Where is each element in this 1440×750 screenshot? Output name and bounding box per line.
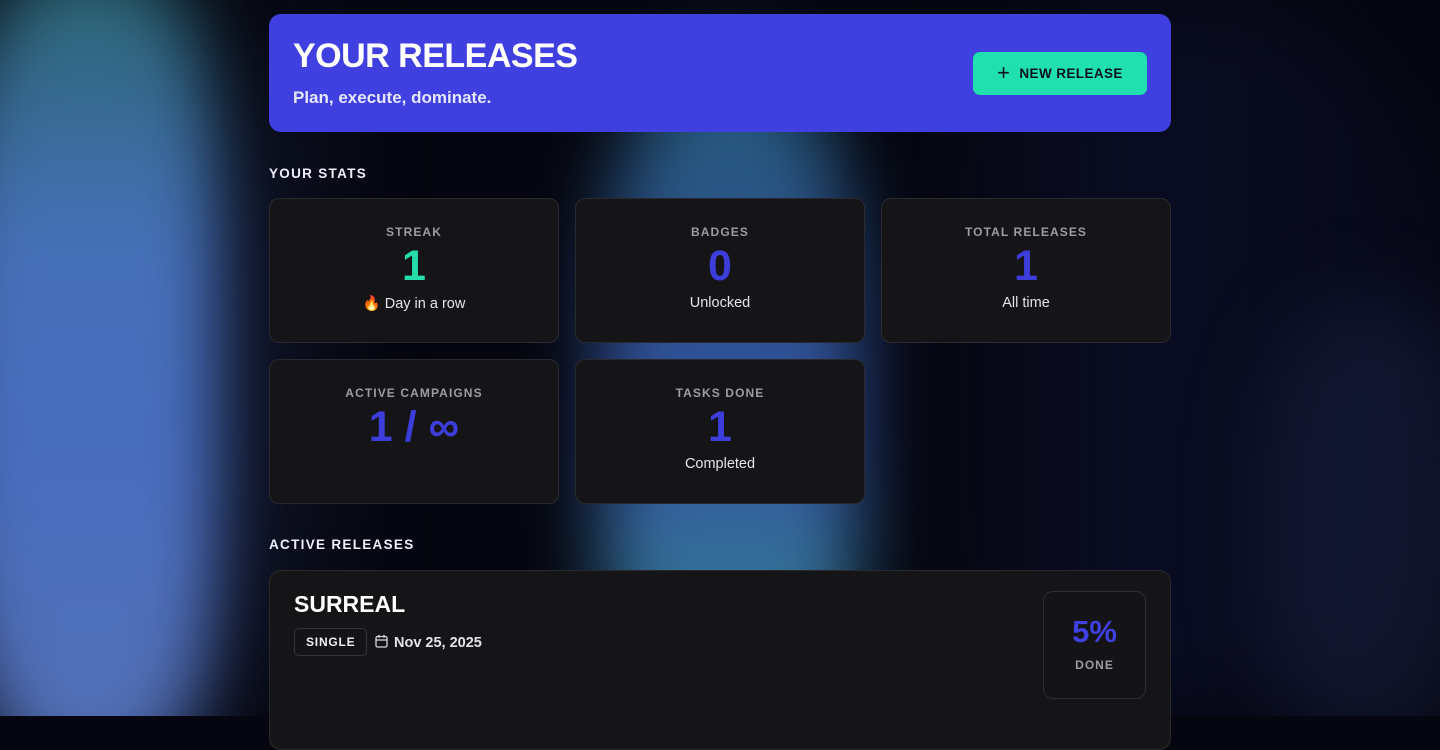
releases-header: YOUR RELEASES Plan, execute, dominate. +…	[269, 14, 1171, 132]
stat-card-badges: BADGES 0 Unlocked	[575, 198, 865, 343]
release-name: SURREAL	[294, 591, 406, 617]
main-content: YOUR RELEASES Plan, execute, dominate. +…	[269, 14, 1171, 750]
release-date: Nov 25, 2025	[375, 634, 482, 652]
stat-card-streak: STREAK 1 🔥 Day in a row	[269, 198, 559, 343]
stat-value: 0	[708, 242, 732, 290]
stats-section-title: YOUR STATS	[269, 166, 368, 181]
progress-badge: 5% DONE	[1043, 591, 1146, 699]
stat-foot: Unlocked	[689, 295, 751, 311]
stat-card-tasks-done: TASKS DONE 1 Completed	[575, 359, 865, 504]
release-card[interactable]: SURREAL SINGLE Nov 25, 2025 5% DONE	[269, 570, 1171, 750]
stat-label: STREAK	[386, 225, 442, 239]
stat-label: TOTAL RELEASES	[964, 225, 1088, 239]
stat-value: 1	[402, 242, 426, 290]
release-date-text: Nov 25, 2025	[394, 635, 482, 651]
new-release-button[interactable]: + NEW RELEASE	[973, 52, 1147, 95]
stat-card-total-releases: TOTAL RELEASES 1 All time	[881, 198, 1171, 343]
stat-label: BADGES	[691, 225, 749, 239]
plus-icon: +	[997, 59, 1011, 85]
stat-value: 1	[708, 403, 732, 451]
progress-percent: 5%	[1072, 614, 1117, 649]
active-releases-title: ACTIVE RELEASES	[269, 537, 415, 552]
calendar-icon	[375, 634, 388, 652]
progress-label: DONE	[1075, 658, 1114, 672]
stat-card-active-campaigns: ACTIVE CAMPAIGNS 1 / ∞	[269, 359, 559, 504]
new-release-label: NEW RELEASE	[1019, 66, 1123, 81]
stat-value: 1 / ∞	[368, 403, 460, 451]
release-type-badge: SINGLE	[294, 628, 368, 656]
stat-foot: 🔥 Day in a row	[362, 296, 466, 312]
stat-foot: Completed	[684, 456, 756, 472]
stat-label: ACTIVE CAMPAIGNS	[345, 386, 483, 400]
stat-value: 1	[1014, 242, 1038, 290]
stat-label: TASKS DONE	[675, 386, 765, 400]
stat-foot: All time	[1002, 295, 1050, 311]
